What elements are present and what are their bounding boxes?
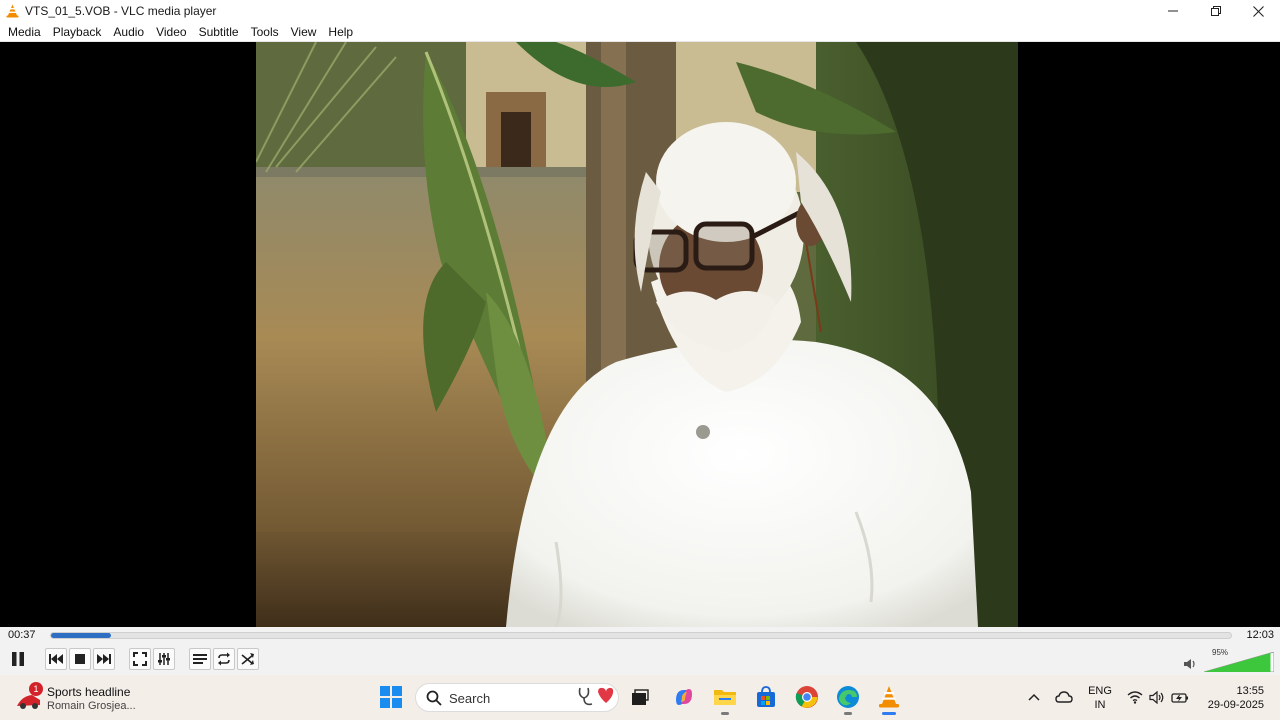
chevron-up-icon — [1028, 693, 1040, 701]
store-bag-icon — [757, 686, 775, 707]
news-badge: 1 — [29, 682, 43, 696]
chrome-icon — [795, 686, 818, 708]
search-placeholder: Search — [449, 691, 491, 706]
controls-bar: 95% — [0, 644, 1280, 675]
fullscreen-button[interactable] — [129, 648, 151, 670]
pause-icon — [12, 652, 24, 666]
region-code: IN — [1094, 699, 1106, 711]
quick-settings-button[interactable] — [1124, 684, 1192, 710]
minimize-button[interactable] — [1151, 0, 1194, 22]
copilot-icon — [676, 689, 692, 705]
fullscreen-icon — [133, 652, 147, 666]
extended-settings-button[interactable] — [153, 648, 175, 670]
volume-icon — [1149, 690, 1164, 704]
microsoft-store-button[interactable] — [753, 684, 779, 710]
stop-icon — [75, 654, 85, 664]
clock-time: 13:55 — [1236, 685, 1264, 697]
running-indicator — [721, 712, 729, 715]
menu-media[interactable]: Media — [2, 22, 47, 42]
menu-bar: Media Playback Audio Video Subtitle Tool… — [0, 22, 1280, 42]
menu-video[interactable]: Video — [150, 22, 192, 42]
clock-date: 29-09-2025 — [1207, 699, 1264, 711]
playlist-icon — [193, 654, 207, 664]
running-indicator — [844, 712, 852, 715]
file-explorer-button[interactable] — [712, 684, 738, 715]
video-frame[interactable] — [256, 42, 1018, 627]
task-view-icon — [632, 689, 649, 705]
volume-slider[interactable] — [1204, 652, 1274, 672]
start-button[interactable] — [378, 684, 404, 710]
menu-subtitle[interactable]: Subtitle — [193, 22, 245, 42]
folder-icon — [714, 690, 736, 705]
taskbar: 1 Sports headline Romain Grosjea... Sear… — [0, 675, 1280, 720]
vlc-window: VTS_01_5.VOB - VLC media player Media Pl… — [0, 0, 1280, 720]
seek-row: 00:37 12:03 — [0, 627, 1280, 644]
equalizer-sliders-icon — [158, 653, 170, 665]
language-code: ENG — [1088, 685, 1112, 697]
video-scene — [256, 42, 1018, 627]
next-button[interactable] — [93, 648, 115, 670]
menu-audio[interactable]: Audio — [107, 22, 150, 42]
total-time: 12:03 — [1246, 629, 1274, 641]
windows-logo-icon — [380, 686, 402, 708]
onedrive-button[interactable] — [1052, 684, 1076, 710]
vlc-cone-icon — [4, 3, 20, 19]
shuffle-icon — [241, 653, 254, 665]
minimize-icon — [1167, 10, 1178, 12]
active-indicator — [882, 712, 896, 715]
vlc-cone-icon — [879, 686, 899, 708]
menu-tools[interactable]: Tools — [245, 22, 285, 42]
speaker-icon[interactable] — [1184, 658, 1198, 670]
loop-button[interactable] — [213, 648, 235, 670]
previous-button[interactable] — [45, 648, 67, 670]
video-area[interactable] — [0, 42, 1280, 627]
loop-icon — [218, 652, 230, 666]
seek-progress — [51, 633, 112, 638]
pause-button[interactable] — [6, 648, 30, 670]
volume-control[interactable]: 95% — [1184, 648, 1274, 672]
news-subtitle: Romain Grosjea... — [47, 700, 136, 712]
copilot-button[interactable] — [671, 684, 697, 710]
skip-next-icon — [97, 654, 111, 664]
playlist-button[interactable] — [189, 648, 211, 670]
restore-icon — [1210, 6, 1221, 16]
battery-charging-icon — [1171, 692, 1188, 703]
menu-help[interactable]: Help — [322, 22, 359, 42]
vlc-taskbar-button[interactable] — [876, 684, 902, 715]
task-view-button[interactable] — [627, 684, 653, 710]
skip-previous-icon — [49, 654, 63, 664]
news-widget[interactable]: 1 Sports headline Romain Grosjea... — [16, 682, 176, 714]
clock[interactable]: 13:55 29-09-2025 — [1200, 684, 1264, 712]
menu-view[interactable]: View — [285, 22, 323, 42]
volume-level — [1204, 653, 1271, 672]
elapsed-time: 00:37 — [8, 629, 36, 641]
stop-button[interactable] — [69, 648, 91, 670]
edge-button[interactable] — [835, 684, 861, 715]
taskbar-search[interactable]: Search — [415, 683, 619, 712]
search-icon — [426, 690, 442, 706]
close-icon — [1253, 5, 1264, 17]
title-bar: VTS_01_5.VOB - VLC media player — [0, 0, 1280, 22]
close-button[interactable] — [1237, 0, 1280, 22]
wifi-icon — [1127, 690, 1143, 704]
cloud-icon — [1055, 691, 1073, 703]
show-hidden-icons-button[interactable] — [1022, 684, 1046, 710]
shuffle-button[interactable] — [237, 648, 259, 670]
edge-icon — [837, 686, 859, 708]
chrome-button[interactable] — [794, 684, 820, 710]
menu-playback[interactable]: Playback — [47, 22, 108, 42]
seek-slider[interactable] — [50, 632, 1232, 639]
window-title: VTS_01_5.VOB - VLC media player — [25, 4, 217, 18]
input-language[interactable]: ENG IN — [1088, 684, 1112, 712]
restore-button[interactable] — [1194, 0, 1237, 22]
search-highlight-stethoscope-icon — [578, 687, 614, 706]
news-title: Sports headline — [47, 685, 131, 699]
